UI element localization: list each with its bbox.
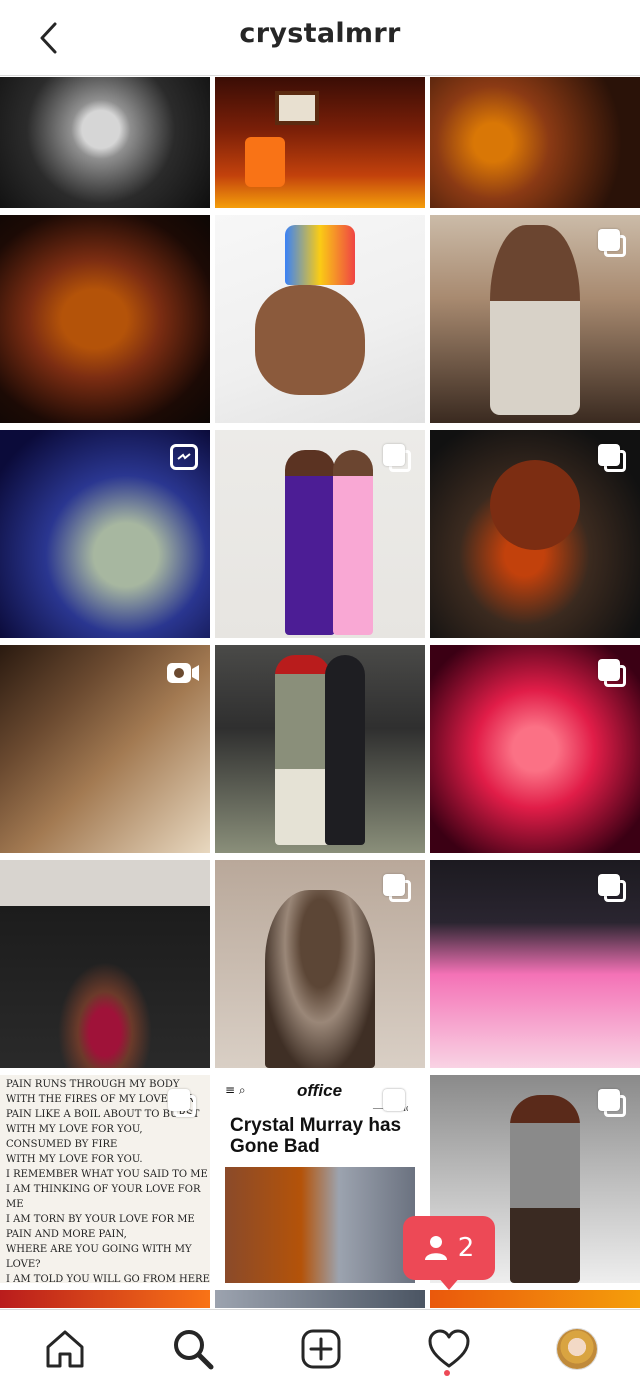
figure-shape xyxy=(285,450,335,635)
figure-shape xyxy=(490,225,580,415)
tv-shape xyxy=(275,91,319,125)
nav-search-button[interactable] xyxy=(168,1324,218,1374)
figure-shape xyxy=(285,225,355,285)
figure-shape xyxy=(255,285,365,395)
carousel-icon xyxy=(598,659,628,689)
carousel-icon xyxy=(383,874,413,904)
video-icon xyxy=(166,661,200,685)
post-thumbnail[interactable] xyxy=(430,77,640,208)
post-thumbnail[interactable] xyxy=(215,215,425,423)
post-thumbnail[interactable] xyxy=(0,77,210,208)
post-thumbnail[interactable] xyxy=(0,215,210,423)
nav-create-button[interactable] xyxy=(296,1324,346,1374)
figure-shape xyxy=(333,450,373,635)
heart-icon xyxy=(428,1329,470,1368)
post-thumbnail[interactable] xyxy=(430,1290,640,1308)
plus-square-icon xyxy=(301,1329,341,1369)
nav-profile-avatar[interactable] xyxy=(556,1328,598,1370)
activity-notification-badge[interactable]: 2 xyxy=(403,1216,495,1280)
nav-activity-button[interactable] xyxy=(424,1324,474,1374)
activity-indicator-dot xyxy=(444,1370,450,1376)
notification-tail xyxy=(437,1276,461,1290)
post-thumbnail[interactable] xyxy=(0,860,210,1068)
igtv-icon xyxy=(170,444,198,470)
search-icon xyxy=(174,1330,214,1370)
post-thumbnail[interactable] xyxy=(430,430,640,638)
carousel-icon xyxy=(598,874,628,904)
figure-shape xyxy=(510,1095,580,1283)
post-thumbnail[interactable] xyxy=(215,645,425,853)
magazine-photo xyxy=(225,1167,415,1283)
magazine-logo: office xyxy=(297,1081,343,1100)
post-thumbnail[interactable] xyxy=(0,645,210,853)
post-thumbnail[interactable]: PAIN RUNS THROUGH MY BODY WITH THE FIRES… xyxy=(0,1075,210,1283)
carousel-icon xyxy=(168,1089,198,1119)
post-thumbnail[interactable] xyxy=(0,1290,210,1308)
figure-shape xyxy=(265,890,375,1068)
person-icon xyxy=(424,1236,447,1260)
figure-shape xyxy=(325,655,365,845)
carousel-icon xyxy=(598,1089,628,1119)
post-thumbnail[interactable] xyxy=(215,1290,425,1308)
post-thumbnail[interactable] xyxy=(430,860,640,1068)
post-thumbnail[interactable]: ≡ ⌕ office — Music Crystal Murray has Go… xyxy=(215,1075,425,1283)
post-thumbnail[interactable] xyxy=(430,645,640,853)
home-icon xyxy=(46,1330,84,1368)
magazine-menu-glyphs: ≡ ⌕ xyxy=(225,1083,246,1097)
post-thumbnail[interactable] xyxy=(0,430,210,638)
lamp-shape xyxy=(245,137,285,187)
figure-shape xyxy=(490,460,580,550)
profile-username-title: crystalmrr xyxy=(239,18,401,49)
post-thumbnail[interactable] xyxy=(215,860,425,1068)
figure-shape xyxy=(275,655,330,845)
carousel-icon xyxy=(383,1089,413,1119)
top-bar: crystalmrr xyxy=(0,0,640,76)
figure-shape xyxy=(50,950,160,1068)
magazine-headline: Crystal Murray has Gone Bad xyxy=(230,1115,402,1157)
bottom-nav xyxy=(0,1309,640,1386)
carousel-icon xyxy=(598,444,628,474)
post-thumbnail[interactable] xyxy=(215,77,425,208)
nav-home-button[interactable] xyxy=(40,1324,90,1374)
post-thumbnail[interactable] xyxy=(215,430,425,638)
avatar xyxy=(557,1329,597,1369)
post-thumbnail[interactable] xyxy=(430,215,640,423)
carousel-icon xyxy=(598,229,628,259)
notification-count: 2 xyxy=(457,1233,475,1263)
carousel-icon xyxy=(383,444,413,474)
